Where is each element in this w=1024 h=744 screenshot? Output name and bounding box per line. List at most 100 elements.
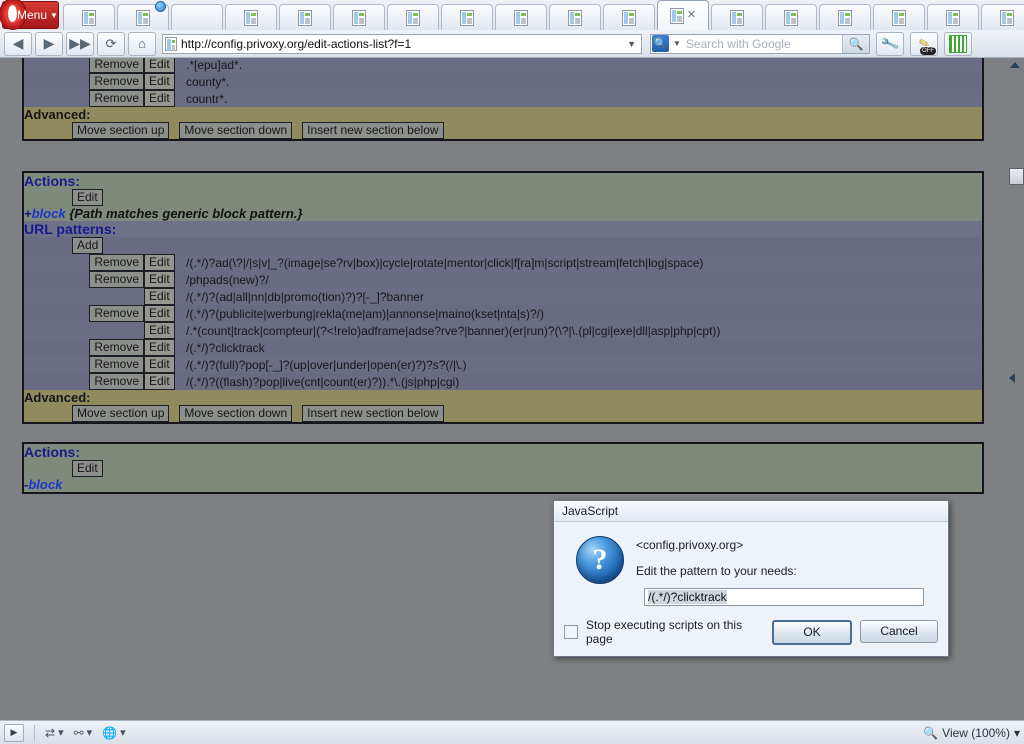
forward-button[interactable]: ▶	[35, 31, 63, 56]
address-bar[interactable]: http://config.privoxy.org/edit-actions-l…	[162, 33, 642, 54]
close-icon[interactable]: ✕	[687, 10, 696, 21]
page-icon	[783, 9, 798, 26]
edit-button[interactable]: Edit	[144, 356, 175, 373]
search-box[interactable]: 🔍 ▼ Search with Google 🔍	[650, 33, 870, 54]
back-button[interactable]: ◀	[4, 31, 32, 56]
edit-button[interactable]: Edit	[144, 373, 175, 390]
remove-button[interactable]: Remove	[89, 305, 144, 322]
advanced-buttons-row: Move section up Move section down Insert…	[24, 122, 982, 139]
search-icon[interactable]: 🔍	[842, 34, 869, 53]
cancel-button[interactable]: Cancel	[860, 619, 938, 643]
settings-button[interactable]: 🔧	[876, 31, 904, 56]
remove-button[interactable]: Remove	[89, 73, 144, 90]
qr-code-button[interactable]	[944, 31, 972, 56]
chevron-down-icon[interactable]: ▼	[624, 39, 639, 49]
tab-8[interactable]	[440, 4, 493, 30]
tab-1[interactable]	[62, 4, 115, 30]
zoom-control[interactable]: 🔍 View (100%) ▾	[923, 726, 1020, 740]
tab-9[interactable]	[494, 4, 547, 30]
remove-button[interactable]: Remove	[89, 58, 144, 73]
tab-10[interactable]	[548, 4, 601, 30]
move-section-down-button[interactable]: Move section down	[179, 405, 293, 422]
action-name[interactable]: block	[28, 477, 62, 492]
status-transfers[interactable]: ⇄ ▾	[45, 726, 64, 740]
remove-button[interactable]: Remove	[89, 90, 144, 107]
author-mode-button[interactable]: ✎ OFF	[910, 31, 938, 56]
search-input[interactable]: Search with Google	[684, 37, 842, 51]
edit-button[interactable]: Edit	[144, 254, 175, 271]
tab-13[interactable]	[710, 4, 763, 30]
remove-button[interactable]: Remove	[89, 271, 144, 288]
panel-toggle-button[interactable]: ▶	[4, 723, 24, 742]
tab-2[interactable]	[116, 1, 169, 30]
search-engine-icon[interactable]: 🔍	[652, 35, 669, 52]
tab-15[interactable]	[818, 4, 871, 30]
insert-new-section-button[interactable]: Insert new section below	[302, 122, 444, 139]
insert-new-section-button[interactable]: Insert new section below	[302, 405, 444, 422]
tab-4[interactable]	[224, 4, 277, 30]
chevron-down-icon[interactable]: ▼	[670, 39, 684, 48]
tab-3-people[interactable]	[170, 4, 223, 30]
tab-18[interactable]	[980, 4, 1024, 30]
action-name[interactable]: block	[32, 206, 66, 221]
globe-icon: 🌐	[102, 725, 118, 740]
opera-menu-button[interactable]: Menu ▼	[0, 0, 59, 30]
tab-16[interactable]	[872, 4, 925, 30]
reload-button[interactable]: ⟳	[97, 31, 125, 56]
scroll-up-arrow-icon[interactable]	[1010, 62, 1020, 68]
stop-scripts-checkbox[interactable]	[564, 625, 578, 639]
home-button[interactable]: ⌂	[128, 31, 156, 56]
vertical-scrollbar[interactable]	[1006, 58, 1024, 720]
page-icon	[621, 9, 636, 26]
scrollbar-thumb[interactable]	[1009, 168, 1024, 185]
advanced-buttons-row: Move section up Move section down Insert…	[24, 405, 982, 422]
actions-edit-row: Edit	[24, 460, 982, 477]
advanced-header: Advanced:	[24, 390, 982, 405]
actions-label: Actions:	[24, 173, 80, 189]
status-links[interactable]: ⚯ ▾	[74, 726, 93, 740]
table-row: Remove Edit countr*.	[24, 90, 982, 107]
add-pattern-button[interactable]: Add	[72, 237, 104, 254]
remove-button[interactable]: Remove	[89, 373, 144, 390]
edit-button[interactable]: Edit	[144, 305, 175, 322]
edit-button[interactable]: Edit	[144, 322, 175, 339]
panel-collapse-arrow-icon[interactable]	[1009, 373, 1015, 383]
section-bottom-table: Actions: Edit -block	[24, 444, 982, 492]
magnifier-icon: 🔍	[923, 725, 939, 740]
page-icon	[351, 9, 366, 26]
pattern-input[interactable]: /(.*/)?clicktrack	[644, 588, 924, 606]
url-pattern: /.*(count|track|compteur|(?<!relo)adfram…	[186, 323, 721, 338]
remove-button[interactable]: Remove	[89, 356, 144, 373]
tab-17[interactable]	[926, 4, 979, 30]
page-icon	[513, 9, 528, 26]
table-row: Remove Edit /(.*/)?(publicite|werbung|re…	[24, 305, 982, 322]
tab-11[interactable]	[602, 4, 655, 30]
move-section-down-button[interactable]: Move section down	[179, 122, 293, 139]
edit-actions-button[interactable]: Edit	[72, 189, 103, 206]
tab-14[interactable]	[764, 4, 817, 30]
remove-button[interactable]: Remove	[89, 254, 144, 271]
edit-button[interactable]: Edit	[144, 339, 175, 356]
edit-button[interactable]: Edit	[144, 58, 175, 73]
edit-button[interactable]: Edit	[144, 288, 175, 305]
move-section-up-button[interactable]: Move section up	[72, 122, 170, 139]
table-row: Remove Edit /(.*/)?clicktrack	[24, 339, 982, 356]
menu-label: Menu	[17, 8, 48, 22]
edit-button[interactable]: Edit	[144, 271, 175, 288]
status-globe[interactable]: 🌐 ▾	[102, 726, 125, 740]
remove-button[interactable]: Remove	[89, 339, 144, 356]
tab-5[interactable]	[278, 4, 331, 30]
url-pattern: /(.*/)?(publicite|werbung|rekla(me|am)|a…	[186, 306, 544, 321]
ok-button[interactable]: OK	[772, 619, 852, 645]
tab-active-privoxy[interactable]: ✕	[656, 0, 709, 30]
scrollbar-track[interactable]	[1006, 58, 1024, 720]
edit-actions-button[interactable]: Edit	[72, 460, 103, 477]
fast-forward-button[interactable]: ▶▶	[66, 31, 94, 56]
move-section-up-button[interactable]: Move section up	[72, 405, 170, 422]
tab-6[interactable]	[332, 4, 385, 30]
tab-7[interactable]	[386, 4, 439, 30]
table-row: Remove Edit county*.	[24, 73, 982, 90]
url-pattern: /(.*/)?(ad|all|nn|db|promo(tion)?)?[-_]?…	[186, 289, 424, 304]
edit-button[interactable]: Edit	[144, 90, 175, 107]
edit-button[interactable]: Edit	[144, 73, 175, 90]
